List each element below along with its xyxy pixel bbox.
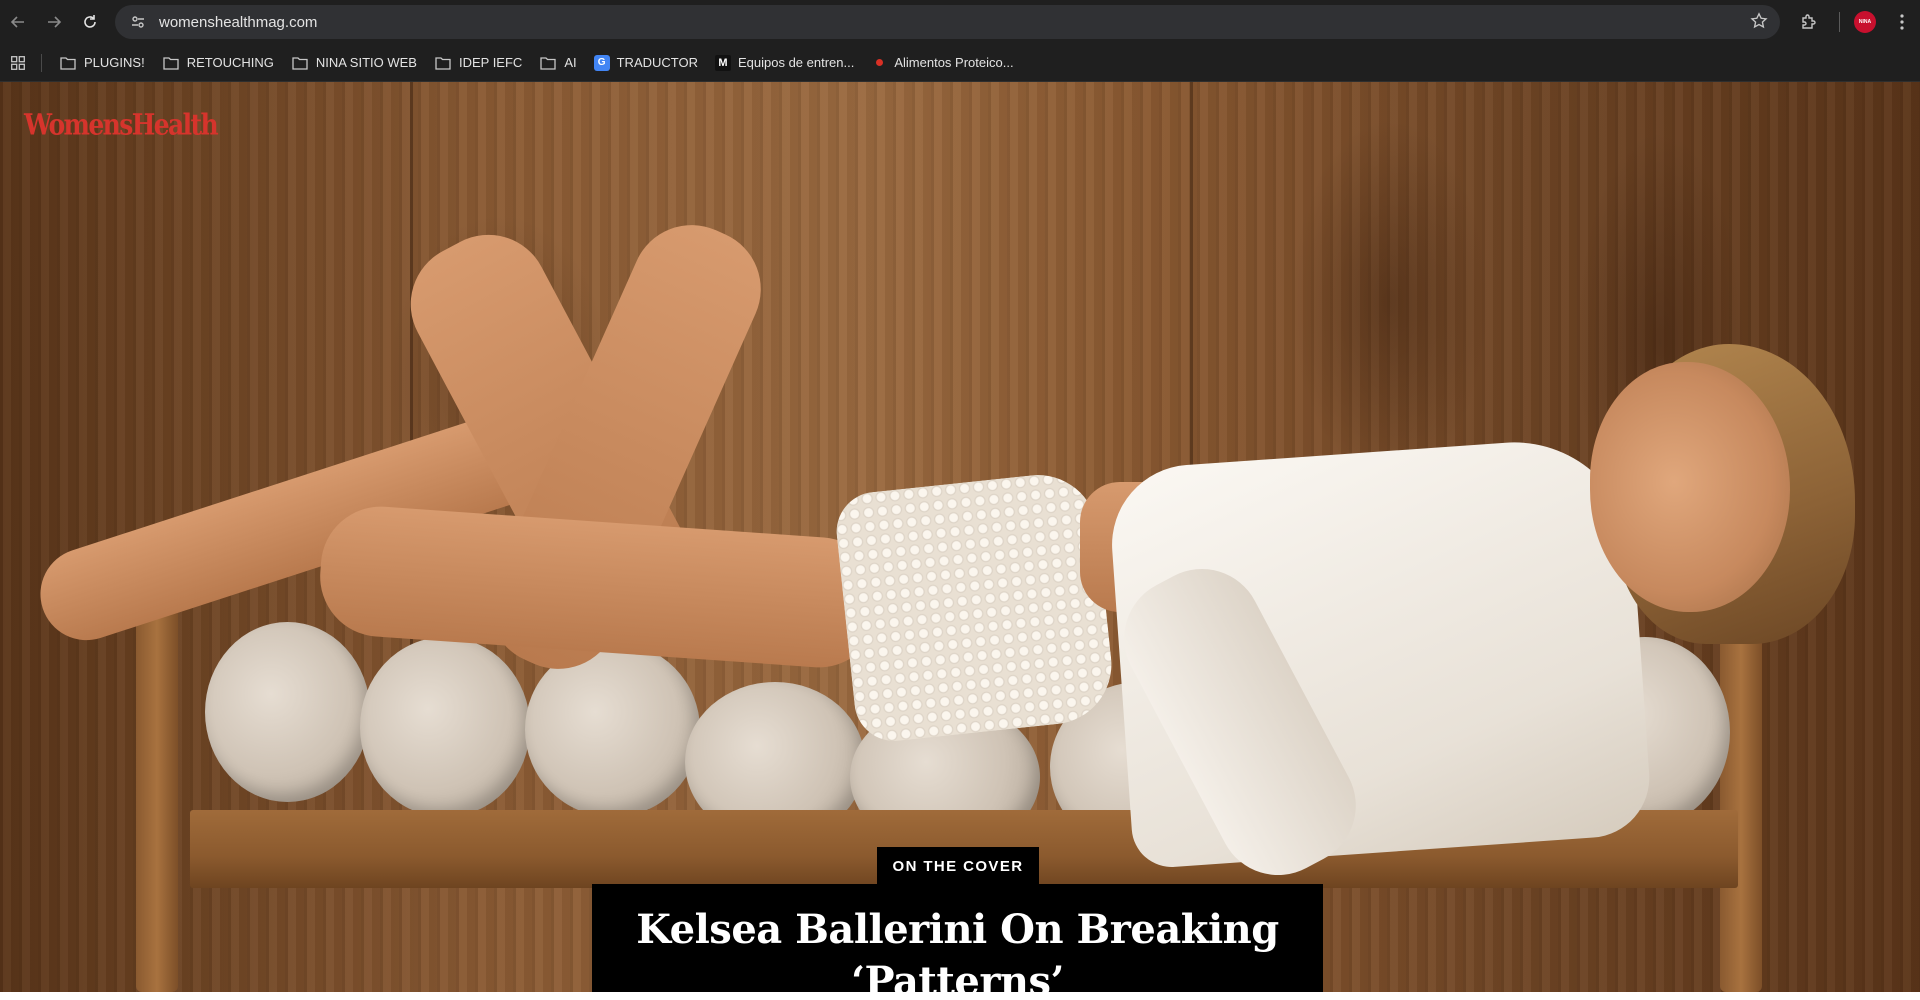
bookmarks-separator (41, 53, 42, 72)
bookmark-label: PLUGINS! (84, 55, 145, 70)
bookmark-traductor[interactable]: G TRADUCTOR (587, 49, 708, 77)
toolbar-separator (1839, 12, 1840, 32)
figure-thigh (316, 502, 884, 672)
forward-icon[interactable] (36, 4, 72, 40)
bookmark-label: TRADUCTOR (616, 55, 698, 70)
bookmarks-bar: PLUGINS! RETOUCHING NINA SITIO WEB IDEP … (0, 44, 1920, 82)
bookmark-nina-sitio-web[interactable]: NINA SITIO WEB (284, 49, 427, 77)
headline-card[interactable]: Kelsea Ballerini On Breaking ‘Patterns’ (592, 884, 1323, 992)
headline-title[interactable]: Kelsea Ballerini On Breaking ‘Patterns’ (632, 904, 1283, 993)
reload-icon[interactable] (72, 4, 108, 40)
bookmark-label: RETOUCHING (186, 55, 274, 70)
bookmark-retouching[interactable]: RETOUCHING (155, 49, 284, 77)
folder-icon (291, 54, 309, 72)
bench-leg (1720, 592, 1762, 992)
cushion-roll (360, 637, 530, 817)
bookmark-label: IDEP IEFC (458, 55, 523, 70)
site-info-icon[interactable] (121, 5, 155, 39)
profile-avatar[interactable]: NINA (1854, 11, 1876, 33)
figure-face (1590, 362, 1790, 612)
apps-grid-icon[interactable] (1, 46, 35, 80)
profile-avatar-text: NINA (1858, 19, 1872, 25)
url-text[interactable]: womenshealthmag.com (159, 14, 317, 31)
bookmark-star-icon[interactable] (1750, 12, 1768, 35)
bookmark-label: NINA SITIO WEB (315, 55, 417, 70)
m-logo-icon: M (714, 54, 731, 71)
bookmark-equipos[interactable]: M Equipos de entren... (708, 49, 864, 77)
bookmark-label: AI (564, 55, 577, 70)
folder-icon (59, 54, 77, 72)
back-icon[interactable] (0, 4, 36, 40)
extensions-icon[interactable] (1791, 4, 1827, 40)
on-the-cover-tag[interactable]: ON THE COVER (877, 847, 1039, 885)
browser-toolbar: womenshealthmag.com NINA (0, 0, 1920, 44)
red-dot-icon (871, 55, 887, 71)
folder-icon (539, 54, 557, 72)
toolbar-right: NINA (1791, 0, 1920, 44)
kebab-menu-icon[interactable] (1892, 4, 1912, 40)
bookmark-idep-iefc[interactable]: IDEP IEFC (427, 49, 532, 77)
bookmark-ai[interactable]: AI (532, 49, 586, 77)
folder-icon (162, 54, 180, 72)
google-translate-icon: G (593, 54, 610, 71)
hero-image[interactable]: WomensHealth ON THE COVER Kelsea Balleri… (0, 82, 1920, 992)
bench-leg (136, 602, 178, 992)
bookmark-plugins[interactable]: PLUGINS! (52, 49, 155, 77)
womens-health-logo[interactable]: WomensHealth (24, 108, 219, 141)
folder-icon (434, 54, 452, 72)
bookmark-alimentos[interactable]: Alimentos Proteico... (864, 49, 1023, 77)
bookmark-label: Equipos de entren... (737, 55, 855, 70)
cushion-roll (205, 622, 370, 802)
bookmark-label: Alimentos Proteico... (894, 55, 1014, 70)
pearl-skirt (832, 469, 1118, 745)
address-bar[interactable]: womenshealthmag.com (115, 5, 1780, 39)
